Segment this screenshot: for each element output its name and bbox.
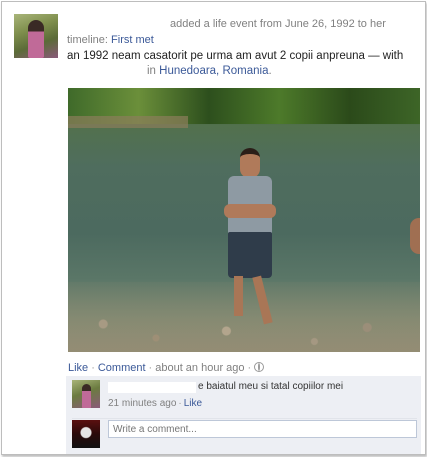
post-description: an 1992 neam casatorit pe urma am avut 2… bbox=[67, 49, 417, 79]
comment-link[interactable]: Comment bbox=[98, 362, 146, 374]
post-header: added a life event from June 26, 1992 to… bbox=[67, 16, 417, 48]
comments-section: e baiatul meu si tatal copiilor mei 21 m… bbox=[66, 376, 421, 454]
author-avatar[interactable] bbox=[14, 14, 58, 58]
life-event-link[interactable]: First met bbox=[111, 34, 154, 46]
comment-text: e baiatul meu si tatal copiilor mei bbox=[198, 381, 344, 392]
partial-person bbox=[410, 218, 420, 254]
post-photo[interactable] bbox=[68, 88, 420, 352]
commenter-name-redacted bbox=[108, 382, 196, 393]
comment-meta: 21 minutes ago · Like bbox=[108, 398, 203, 409]
location-link[interactable]: Hunedoara, Romania bbox=[159, 65, 268, 77]
avatar-photo bbox=[28, 20, 44, 58]
globe-icon[interactable] bbox=[254, 362, 265, 372]
commenter-avatar[interactable] bbox=[72, 380, 100, 408]
timeline-prefix: timeline: bbox=[67, 34, 108, 46]
location-prefix: in bbox=[147, 65, 156, 77]
current-user-avatar bbox=[72, 420, 100, 448]
description-text: an 1992 neam casatorit pe urma am avut 2… bbox=[67, 50, 404, 62]
comment-composer bbox=[72, 418, 417, 451]
comment-input[interactable] bbox=[108, 420, 417, 438]
comment-like-link[interactable]: Like bbox=[184, 398, 202, 409]
like-link[interactable]: Like bbox=[68, 362, 88, 374]
post-card: added a life event from June 26, 1992 to… bbox=[1, 1, 426, 455]
comment-timestamp[interactable]: 21 minutes ago bbox=[108, 398, 176, 409]
post-timestamp[interactable]: about an hour ago bbox=[155, 362, 244, 374]
person-in-river bbox=[218, 148, 288, 328]
post-actions: Like · Comment · about an hour ago · bbox=[68, 362, 265, 375]
action-text: added a life event from June 26, 1992 to… bbox=[170, 18, 386, 30]
river-bank bbox=[68, 116, 188, 128]
comment-item: e baiatul meu si tatal copiilor mei 21 m… bbox=[72, 380, 417, 414]
